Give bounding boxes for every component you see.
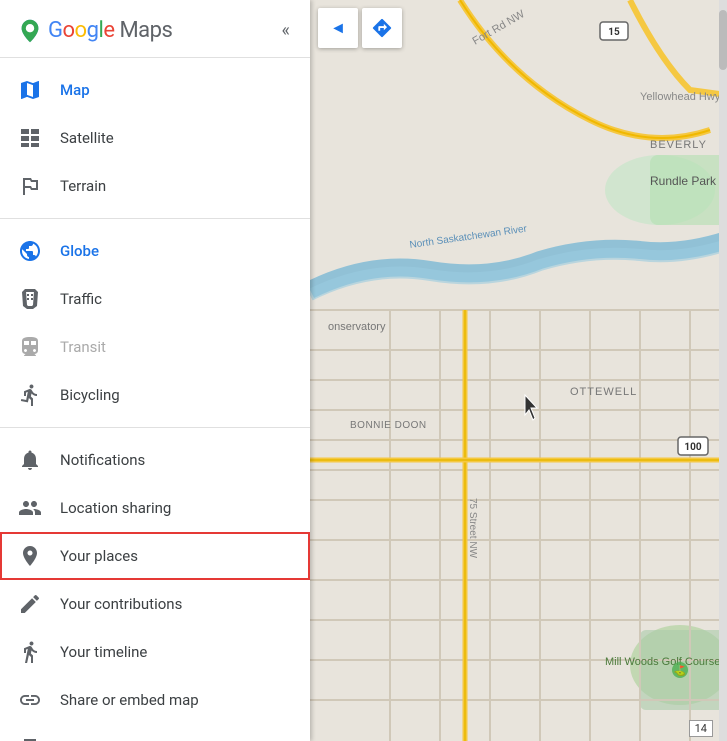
view-globe-label: Globe [60, 242, 99, 260]
map-type-satellite-label: Satellite [60, 129, 114, 147]
view-transit[interactable]: Transit [0, 323, 310, 371]
satellite-icon [16, 124, 44, 152]
view-traffic-label: Traffic [60, 290, 102, 308]
svg-text:100: 100 [684, 442, 701, 453]
map-icon [16, 76, 44, 104]
bicycling-icon [16, 381, 44, 409]
collapse-button[interactable]: « [278, 16, 294, 45]
notifications-icon [16, 446, 44, 474]
share-embed-icon [16, 686, 44, 714]
sidebar-header: Google Maps « [0, 0, 310, 58]
svg-text:Mill Woods Golf Course: Mill Woods Golf Course [605, 656, 720, 668]
map-controls: ◄ [318, 8, 402, 48]
terrain-icon [16, 172, 44, 200]
svg-text:75 Street NW: 75 Street NW [467, 498, 478, 559]
view-transit-label: Transit [60, 338, 106, 356]
back-button[interactable]: ◄ [318, 8, 358, 48]
svg-text:Yellowhead Hwy: Yellowhead Hwy [640, 91, 721, 103]
svg-text:⛳: ⛳ [674, 664, 686, 677]
maps-logo-icon [16, 17, 44, 45]
scrollbar-track [719, 0, 727, 741]
svg-text:15: 15 [608, 27, 620, 38]
svg-text:OTTEWELL: OTTEWELL [570, 386, 637, 398]
map-type-terrain[interactable]: Terrain [0, 162, 310, 210]
traffic-icon [16, 285, 44, 313]
menu-your-timeline[interactable]: Your timeline [0, 628, 310, 676]
menu-your-timeline-label: Your timeline [60, 643, 147, 661]
menu-your-places-label: Your places [60, 547, 138, 565]
sidebar: Google Maps « Map Satellite Terrain [0, 0, 310, 741]
menu-share-embed[interactable]: Share or embed map [0, 676, 310, 724]
view-traffic[interactable]: Traffic [0, 275, 310, 323]
map-type-map-label: Map [60, 81, 90, 99]
view-bicycling-label: Bicycling [60, 386, 120, 404]
map-type-terrain-label: Terrain [60, 177, 106, 195]
main-menu-section: Notifications Location sharing Your plac… [0, 428, 310, 741]
your-places-icon [16, 542, 44, 570]
menu-location-sharing-label: Location sharing [60, 499, 171, 517]
menu-share-embed-label: Share or embed map [60, 691, 199, 709]
print-icon [16, 734, 44, 741]
directions-button[interactable] [362, 8, 402, 48]
map-svg: 100 15 Fort Rd NW Yellowhead Hwy BEVERLY… [310, 0, 727, 741]
location-sharing-icon [16, 494, 44, 522]
logo-text: Google Maps [48, 18, 172, 43]
map-type-map[interactable]: Map [0, 66, 310, 114]
globe-icon [16, 237, 44, 265]
map-number-badge: 14 [689, 720, 713, 737]
menu-print[interactable]: Print [0, 724, 310, 741]
map-type-satellite[interactable]: Satellite [0, 114, 310, 162]
menu-your-contributions[interactable]: Your contributions [0, 580, 310, 628]
menu-your-places[interactable]: Your places [0, 532, 310, 580]
scrollbar-thumb[interactable] [719, 10, 727, 70]
menu-location-sharing[interactable]: Location sharing [0, 484, 310, 532]
your-timeline-icon [16, 638, 44, 666]
map-area: 100 15 Fort Rd NW Yellowhead Hwy BEVERLY… [310, 0, 727, 741]
view-globe[interactable]: Globe [0, 227, 310, 275]
views-section: Globe Traffic Transit Bicycling [0, 219, 310, 428]
menu-notifications[interactable]: Notifications [0, 436, 310, 484]
svg-text:onservatory: onservatory [328, 321, 386, 333]
view-bicycling[interactable]: Bicycling [0, 371, 310, 419]
menu-your-contributions-label: Your contributions [60, 595, 182, 613]
menu-notifications-label: Notifications [60, 451, 145, 469]
svg-text:Rundle Park: Rundle Park [650, 174, 717, 188]
logo: Google Maps [16, 17, 172, 45]
svg-text:BONNIE DOON: BONNIE DOON [350, 420, 427, 431]
transit-icon [16, 333, 44, 361]
svg-text:BEVERLY: BEVERLY [650, 139, 707, 151]
your-contributions-icon [16, 590, 44, 618]
map-types-section: Map Satellite Terrain [0, 58, 310, 219]
